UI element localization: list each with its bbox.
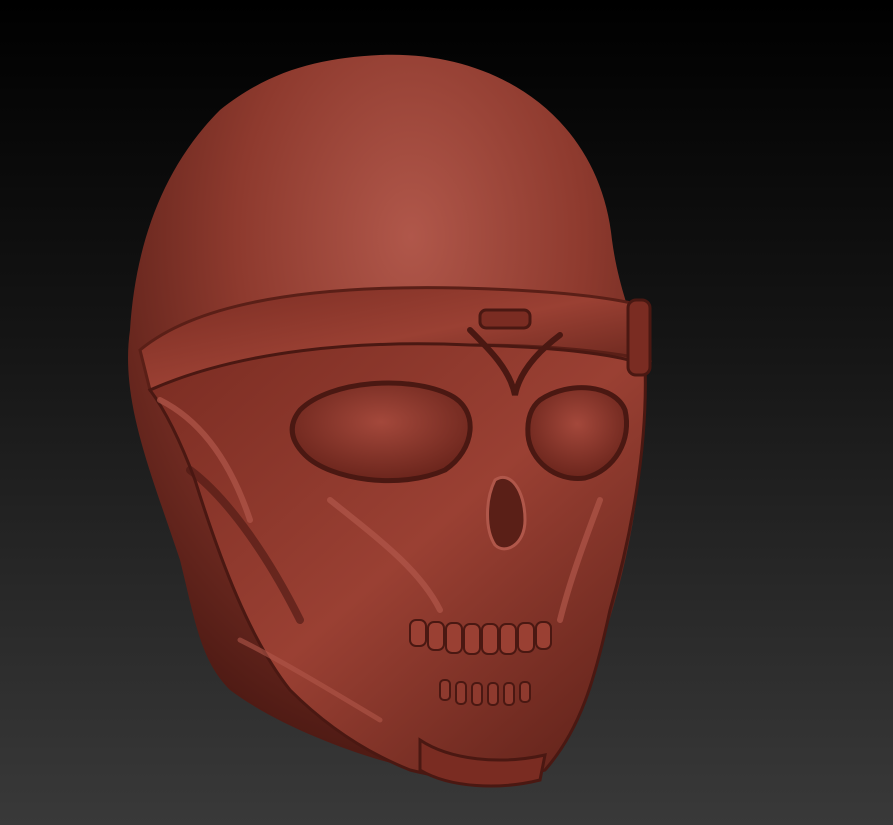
temple-strap: [626, 298, 652, 377]
right-eye-socket: [525, 385, 629, 481]
left-eye-socket: [289, 380, 473, 484]
brow-vent: [478, 308, 532, 330]
sculpt-model-skull-mask[interactable]: [0, 0, 893, 825]
3d-viewport[interactable]: [0, 0, 893, 825]
nose-cavity: [486, 476, 527, 551]
